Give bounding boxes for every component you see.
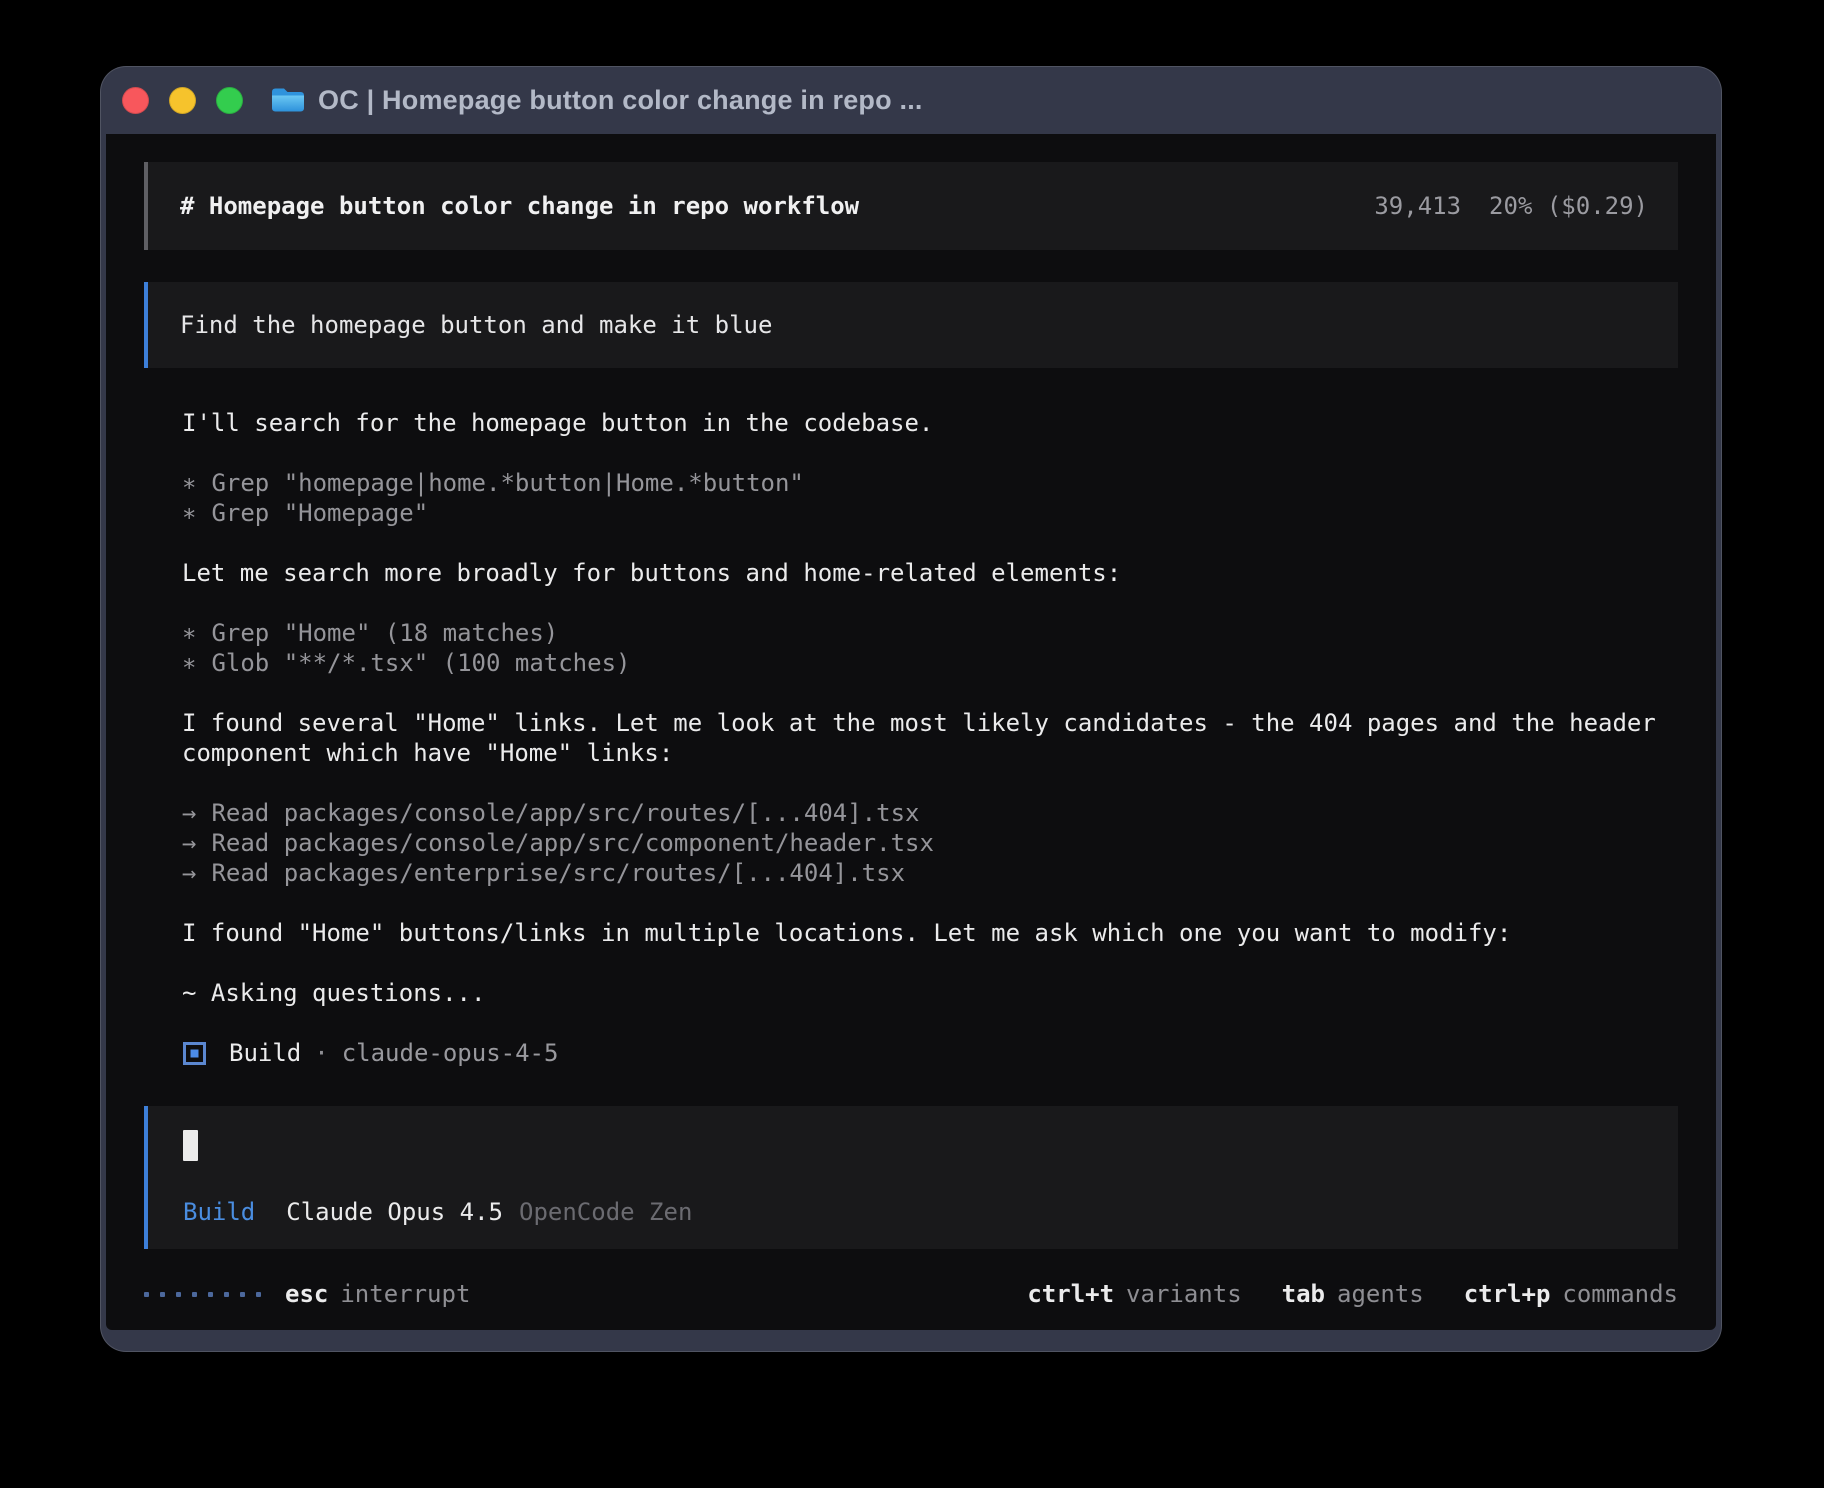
shortcut-key: tab: [1282, 1279, 1325, 1309]
minimize-button[interactable]: [169, 87, 196, 114]
tool-call-text: Read packages/console/app/src/component/…: [211, 828, 933, 858]
session-header: # Homepage button color change in repo w…: [144, 162, 1678, 250]
tool-call-read: → Read packages/enterprise/src/routes/[.…: [182, 858, 1668, 888]
tool-call-text: Grep "Homepage": [211, 498, 428, 528]
prompt-input[interactable]: Build Claude Opus 4.5 OpenCode Zen: [144, 1106, 1678, 1249]
traffic-lights: [100, 87, 243, 114]
tool-glyph-icon: ∗: [182, 498, 196, 528]
shortcut-label: variants: [1126, 1279, 1242, 1309]
spinner-dots: [144, 1292, 261, 1297]
interrupt-key: esc: [285, 1279, 328, 1309]
context-cost: 20% ($0.29): [1489, 191, 1648, 221]
user-message-text: Find the homepage button and make it blu…: [180, 310, 772, 340]
tool-glyph-icon: ∗: [182, 648, 196, 678]
shortcut-key: ctrl+p: [1464, 1279, 1551, 1309]
shortcut-key: ctrl+t: [1027, 1279, 1114, 1309]
separator-dot: ·: [314, 1038, 328, 1068]
shortcut-agents: tab agents: [1282, 1279, 1424, 1309]
build-agent-icon: [182, 1041, 207, 1066]
shortcut-commands: ctrl+p commands: [1464, 1279, 1678, 1309]
assistant-paragraph: I'll search for the homepage button in t…: [182, 408, 1668, 438]
tool-call-group: → Read packages/console/app/src/routes/[…: [182, 798, 1668, 888]
tool-call-grep: ∗ Grep "Home" (18 matches): [182, 618, 1668, 648]
tool-glyph-icon: ∗: [182, 618, 196, 648]
terminal-window: OC | Homepage button color change in rep…: [100, 66, 1722, 1352]
user-message: Find the homepage button and make it blu…: [144, 282, 1678, 368]
title-group: OC | Homepage button color change in rep…: [270, 85, 923, 116]
input-provider-label: OpenCode Zen: [519, 1197, 692, 1227]
tool-call-text: Read packages/console/app/src/routes/[..…: [211, 798, 919, 828]
status-left: esc interrupt: [144, 1279, 470, 1309]
input-agent-label[interactable]: Build: [183, 1197, 255, 1227]
zoom-button[interactable]: [216, 87, 243, 114]
agent-model: claude-opus-4-5: [342, 1038, 559, 1068]
tool-call-group: ∗ Grep "homepage|home.*button|Home.*butt…: [182, 468, 1668, 528]
folder-icon: [270, 86, 304, 114]
window-title: OC | Homepage button color change in rep…: [318, 85, 923, 116]
session-title: # Homepage button color change in repo w…: [180, 191, 859, 221]
close-button[interactable]: [122, 87, 149, 114]
tool-call-grep: ∗ Grep "homepage|home.*button|Home.*butt…: [182, 468, 1668, 498]
tool-call-grep: ∗ Grep "Homepage": [182, 498, 1668, 528]
arrow-icon: →: [182, 858, 196, 888]
shortcut-label: commands: [1562, 1279, 1678, 1309]
assistant-response: I'll search for the homepage button in t…: [144, 408, 1678, 1068]
arrow-icon: →: [182, 828, 196, 858]
tool-call-glob: ∗ Glob "**/*.tsx" (100 matches): [182, 648, 1668, 678]
input-footer: Build Claude Opus 4.5 OpenCode Zen: [183, 1197, 1678, 1227]
tool-glyph-icon: ∗: [182, 468, 196, 498]
assistant-paragraph: I found "Home" buttons/links in multiple…: [182, 918, 1668, 948]
interrupt-hint: esc interrupt: [285, 1279, 470, 1309]
shortcut-label: agents: [1337, 1279, 1424, 1309]
tool-call-text: Glob "**/*.tsx" (100 matches): [211, 648, 630, 678]
assistant-paragraph: I found several "Home" links. Let me loo…: [182, 708, 1668, 768]
tool-call-text: Read packages/enterprise/src/routes/[...…: [211, 858, 905, 888]
agent-line: Build · claude-opus-4-5: [182, 1038, 1668, 1068]
input-model-label[interactable]: Claude Opus 4.5: [286, 1197, 503, 1227]
status-shortcuts: ctrl+t variants tab agents ctrl+p comman…: [1027, 1279, 1678, 1309]
assistant-paragraph: Let me search more broadly for buttons a…: [182, 558, 1668, 588]
terminal-content: # Homepage button color change in repo w…: [106, 134, 1716, 1330]
tool-call-text: Grep "Home" (18 matches): [211, 618, 558, 648]
working-status: ~ Asking questions...: [182, 978, 1668, 1008]
tool-call-text: Grep "homepage|home.*button|Home.*button…: [211, 468, 803, 498]
tool-call-group: ∗ Grep "Home" (18 matches) ∗ Glob "**/*.…: [182, 618, 1668, 678]
tool-call-read: → Read packages/console/app/src/routes/[…: [182, 798, 1668, 828]
interrupt-label: interrupt: [340, 1279, 470, 1309]
arrow-icon: →: [182, 798, 196, 828]
agent-name: Build: [229, 1038, 301, 1068]
window-titlebar[interactable]: OC | Homepage button color change in rep…: [100, 66, 1722, 134]
tool-call-read: → Read packages/console/app/src/componen…: [182, 828, 1668, 858]
session-stats: 39,413 20% ($0.29): [1374, 191, 1648, 221]
text-cursor: [183, 1130, 198, 1161]
shortcut-variants: ctrl+t variants: [1027, 1279, 1241, 1309]
status-bar: esc interrupt ctrl+t variants tab agents…: [144, 1279, 1678, 1309]
token-count: 39,413: [1374, 191, 1461, 221]
